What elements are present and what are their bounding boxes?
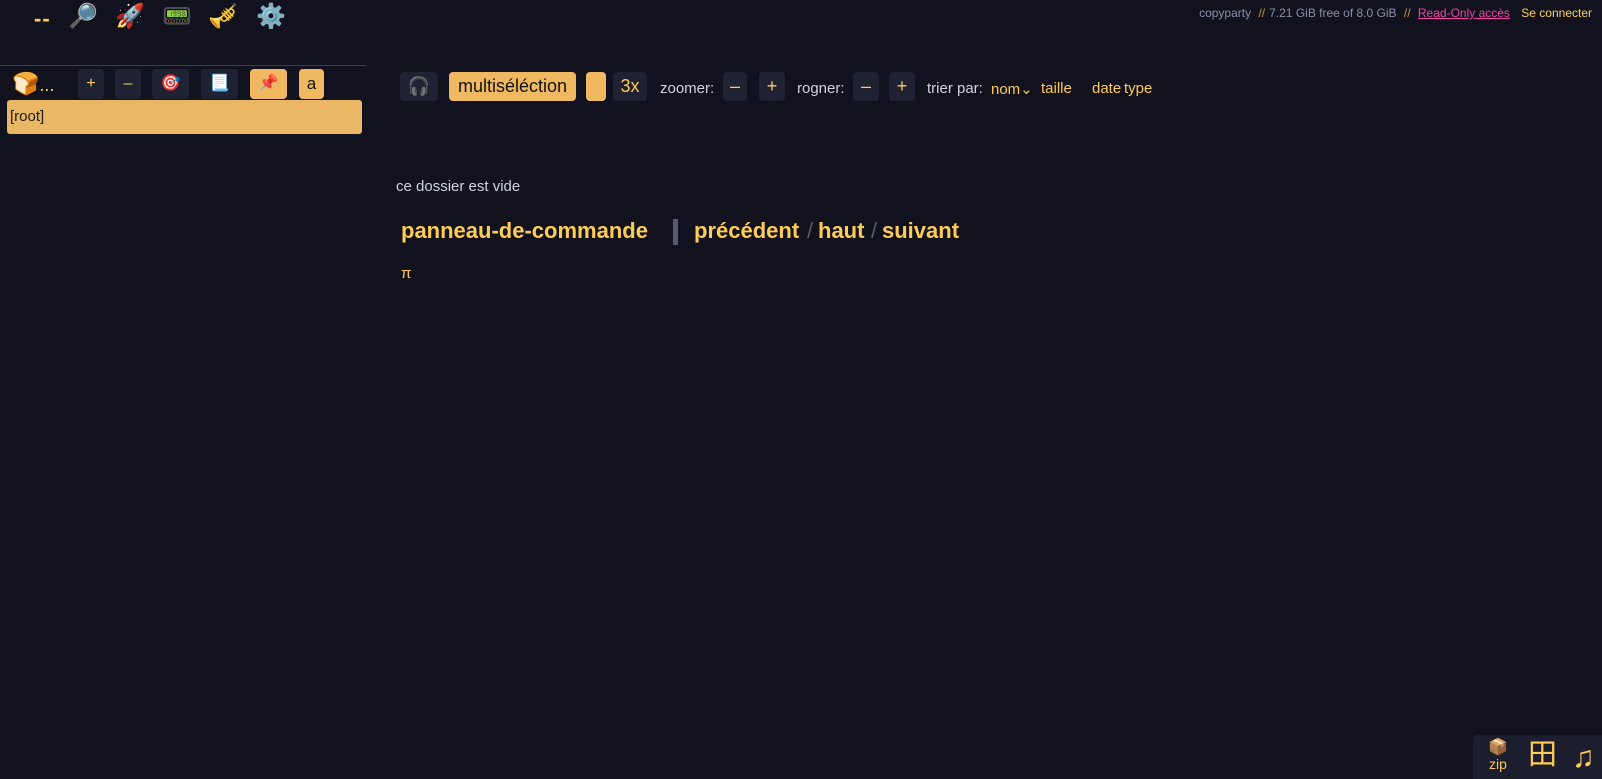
disk-space: 7.21 GiB free of 8.0 GiB [1269,6,1397,20]
tree-divider [0,65,366,66]
access-link[interactable]: Read-Only accès [1418,6,1510,20]
bottom-widget: 📦 zip 田 ♫ [1473,735,1602,779]
package-icon: 📦 [1488,739,1508,756]
music-icon[interactable]: ♫ [1572,740,1595,776]
page-icon[interactable]: 📃 [201,69,238,99]
sort-label: trier par: [927,80,983,97]
search-icon[interactable]: 🔎 [68,2,98,32]
grid-icon[interactable]: 田 [1528,738,1557,772]
next-link[interactable]: suivant [882,218,959,244]
pi-link[interactable]: π [401,265,411,282]
zoom-in-button[interactable]: + [759,72,785,101]
headphones-icon[interactable]: 🎧 [400,72,438,101]
zip-label: zip [1489,756,1507,772]
multiselect-button[interactable]: multiséléction [449,72,576,101]
tree-a-button[interactable]: a [299,69,324,99]
bread-icon: 🍞 [12,71,40,96]
pin-icon[interactable]: 📌 [250,69,287,99]
sort-type-link[interactable]: type [1124,80,1152,97]
target-icon[interactable]: 🎯 [152,69,189,99]
crop-label: rogner: [797,80,845,97]
toggle-button[interactable] [586,72,606,101]
pager-icon[interactable]: 📟 [162,2,192,32]
zip-button[interactable]: 📦 zip [1485,739,1511,772]
separator: // [1403,6,1411,20]
up-link[interactable]: haut [818,218,864,244]
tree-expand-button[interactable]: + [78,69,104,99]
toggle-panel-button[interactable]: -- [34,4,51,34]
rocket-icon[interactable]: 🚀 [115,2,145,32]
nav-divider [673,219,678,245]
control-panel-link[interactable]: panneau-de-commande [401,218,648,244]
zoom-label: zoomer: [660,80,715,97]
sort-size-link[interactable]: taille [1041,80,1072,97]
login-link[interactable]: Se connecter [1521,6,1592,20]
gear-icon[interactable]: ⚙️ [256,2,286,32]
tree-bread-button[interactable]: 🍞... [12,69,54,100]
crop-minus-button[interactable]: – [853,72,879,101]
speed-button[interactable]: 3x [613,72,647,101]
empty-folder-message: ce dossier est vide [396,178,521,195]
sort-name-link[interactable]: nom⌄ [991,80,1033,98]
nav-slash: / [871,218,878,243]
nav-slash: / [807,218,814,243]
sort-date-link[interactable]: date [1092,80,1121,97]
prev-link[interactable]: précédent [694,218,799,244]
tree-root-node[interactable]: [root] [7,100,362,134]
zoom-out-button[interactable]: – [723,72,747,101]
trumpet-icon[interactable]: 🎺 [208,2,238,32]
server-info: copyparty //7.21 GiB free of 8.0 GiB // … [1199,6,1592,20]
bread-ellipsis: ... [39,75,55,95]
separator: // [1258,6,1266,20]
tree-collapse-button[interactable]: – [115,69,141,99]
app-name: copyparty [1199,6,1252,20]
crop-plus-button[interactable]: + [889,72,915,101]
